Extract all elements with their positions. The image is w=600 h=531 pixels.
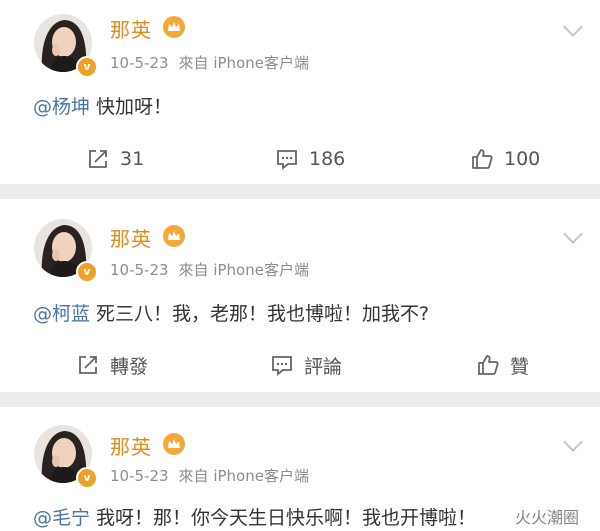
weibo-post-1: v 那英 10-5-23 來自 iPhone客户端 @杨坤 快加呀！ 31 186… — [0, 0, 600, 184]
verified-badge-icon: v — [76, 467, 98, 489]
thumbs-up-icon — [472, 149, 493, 169]
author-name[interactable]: 那英 — [110, 14, 152, 43]
author-name[interactable]: 那英 — [110, 223, 152, 252]
post-content: @毛宁 我呀！那！你今天生日快乐啊！我也开博啦！ — [33, 507, 477, 529]
repost-icon — [89, 150, 107, 168]
chevron-down-icon[interactable] — [563, 432, 583, 452]
vip-crown-icon — [163, 225, 185, 247]
comment-icon — [272, 356, 292, 376]
post-meta: 10-5-23 來自 iPhone客户端 — [110, 52, 309, 73]
like-button[interactable]: 贊 — [476, 351, 529, 379]
thumbs-up-icon — [478, 355, 499, 375]
post-date: 10-5-23 — [110, 467, 169, 485]
verified-badge-icon: v — [76, 56, 98, 78]
post-source: 來自 iPhone客户端 — [178, 261, 309, 279]
chevron-down-icon[interactable] — [563, 224, 583, 244]
chevron-down-icon[interactable] — [563, 17, 583, 37]
repost-button[interactable]: 轉發 — [76, 351, 148, 379]
verified-badge-icon: v — [76, 261, 98, 283]
like-button[interactable]: 100 — [470, 145, 540, 173]
comment-button[interactable]: 186 — [275, 145, 345, 173]
vip-crown-icon — [163, 16, 185, 38]
weibo-post-2: v 那英 10-5-23 來自 iPhone客户端 @柯蓝 死三八！我，老那！我也… — [0, 199, 600, 392]
watermark: 火火潮圈 — [515, 508, 580, 527]
post-date: 10-5-23 — [110, 54, 169, 72]
mention-link[interactable]: @柯蓝 — [33, 303, 90, 325]
vip-crown-icon — [163, 433, 185, 455]
post-date: 10-5-23 — [110, 261, 169, 279]
post-source: 來自 iPhone客户端 — [178, 54, 309, 72]
post-meta: 10-5-23 來自 iPhone客户端 — [110, 465, 309, 486]
author-name[interactable]: 那英 — [110, 431, 152, 460]
post-source: 來自 iPhone客户端 — [178, 467, 309, 485]
comment-button[interactable]: 評論 — [270, 351, 342, 379]
repost-icon — [79, 356, 97, 374]
post-meta: 10-5-23 來自 iPhone客户端 — [110, 259, 309, 280]
weibo-post-3: v 那英 10-5-23 來自 iPhone客户端 @毛宁 我呀！那！你今天生日快… — [0, 407, 600, 531]
comment-icon — [277, 150, 297, 170]
repost-button[interactable]: 31 — [86, 145, 144, 173]
post-content: @杨坤 快加呀！ — [33, 96, 173, 118]
mention-link[interactable]: @杨坤 — [33, 96, 90, 118]
post-content: @柯蓝 死三八！我，老那！我也博啦！加我不? — [33, 303, 430, 325]
mention-link[interactable]: @毛宁 — [33, 507, 90, 529]
